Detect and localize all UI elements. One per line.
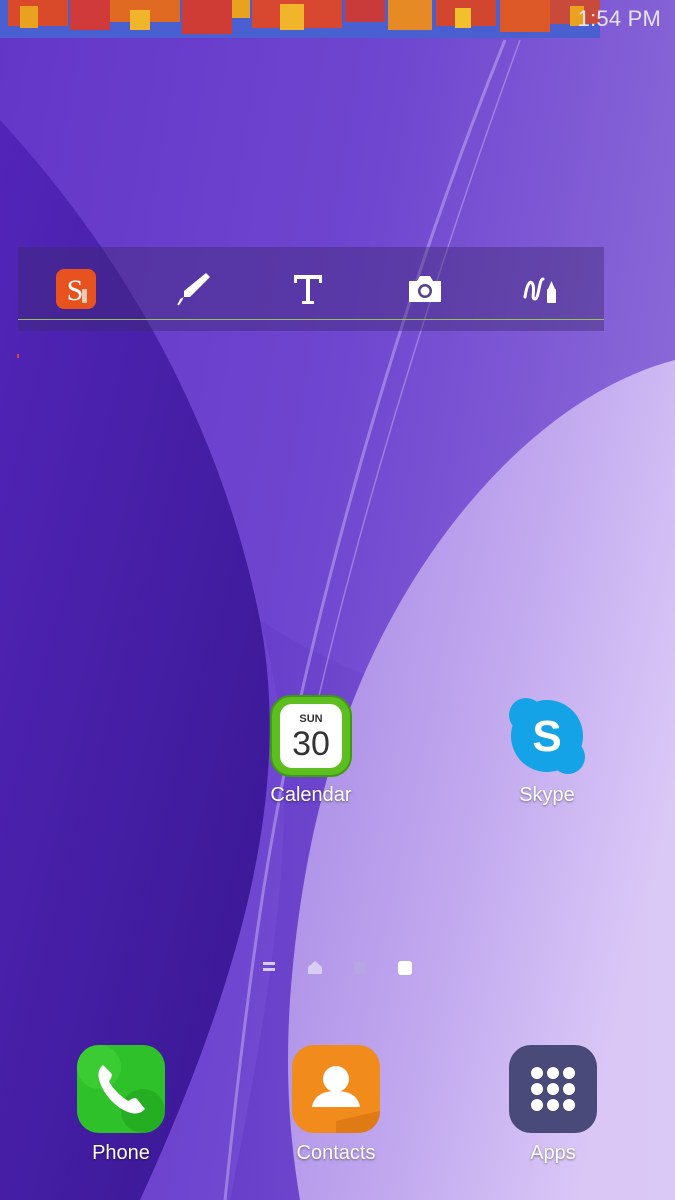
dock-app-phone[interactable]: Phone	[51, 1041, 191, 1165]
calendar-day: SUN	[299, 713, 322, 725]
page-indicator-dot[interactable]	[352, 956, 368, 980]
status-clock: 1:54 PM	[577, 6, 661, 31]
apps-grid-icon	[509, 1045, 597, 1133]
home-wallpaper	[0, 0, 675, 1200]
scrapbook-button[interactable]: S	[52, 265, 100, 313]
page-indicator-menu-icon[interactable]	[261, 956, 277, 980]
contacts-icon	[292, 1045, 380, 1133]
dock-app-apps[interactable]: Apps	[483, 1041, 623, 1165]
pen-button[interactable]	[168, 265, 216, 313]
app-skype[interactable]: S Skype	[477, 693, 617, 807]
calendar-date: 30	[292, 725, 330, 763]
app-calendar[interactable]: SUN 30 Calendar	[241, 693, 381, 807]
dock-label-apps: Apps	[530, 1142, 576, 1164]
toolbar-accent-line	[18, 319, 604, 320]
dock-label-contacts: Contacts	[296, 1142, 376, 1164]
calendar-icon: SUN 30	[270, 695, 352, 777]
skype-glyph: S	[532, 712, 561, 761]
app-label-calendar: Calendar	[270, 784, 352, 806]
text-button[interactable]	[284, 265, 332, 313]
dock-label-phone: Phone	[92, 1142, 150, 1164]
status-bar: 1:54 PM	[0, 0, 675, 38]
page-indicator-dot-active[interactable]	[397, 956, 413, 980]
camera-icon	[409, 276, 441, 302]
page-indicator	[255, 956, 425, 980]
status-bar-corrupted-icons	[0, 0, 600, 38]
brush-marker-icon	[523, 277, 556, 303]
svg-text:S: S	[67, 274, 84, 307]
scrapbook-toolbar-widget: S	[18, 247, 604, 331]
pen-icon	[177, 273, 210, 306]
brush-button[interactable]	[517, 265, 565, 313]
phone-icon	[77, 1045, 165, 1133]
scrapbook-s-icon: S	[56, 269, 96, 309]
artifact-mark	[17, 354, 19, 358]
page-indicator-home-icon[interactable]	[306, 956, 324, 980]
app-label-skype: Skype	[519, 784, 575, 806]
dock-app-contacts[interactable]: Contacts	[266, 1041, 406, 1165]
text-t-icon	[294, 275, 322, 304]
camera-button[interactable]	[401, 265, 449, 313]
skype-icon: S	[509, 698, 585, 774]
